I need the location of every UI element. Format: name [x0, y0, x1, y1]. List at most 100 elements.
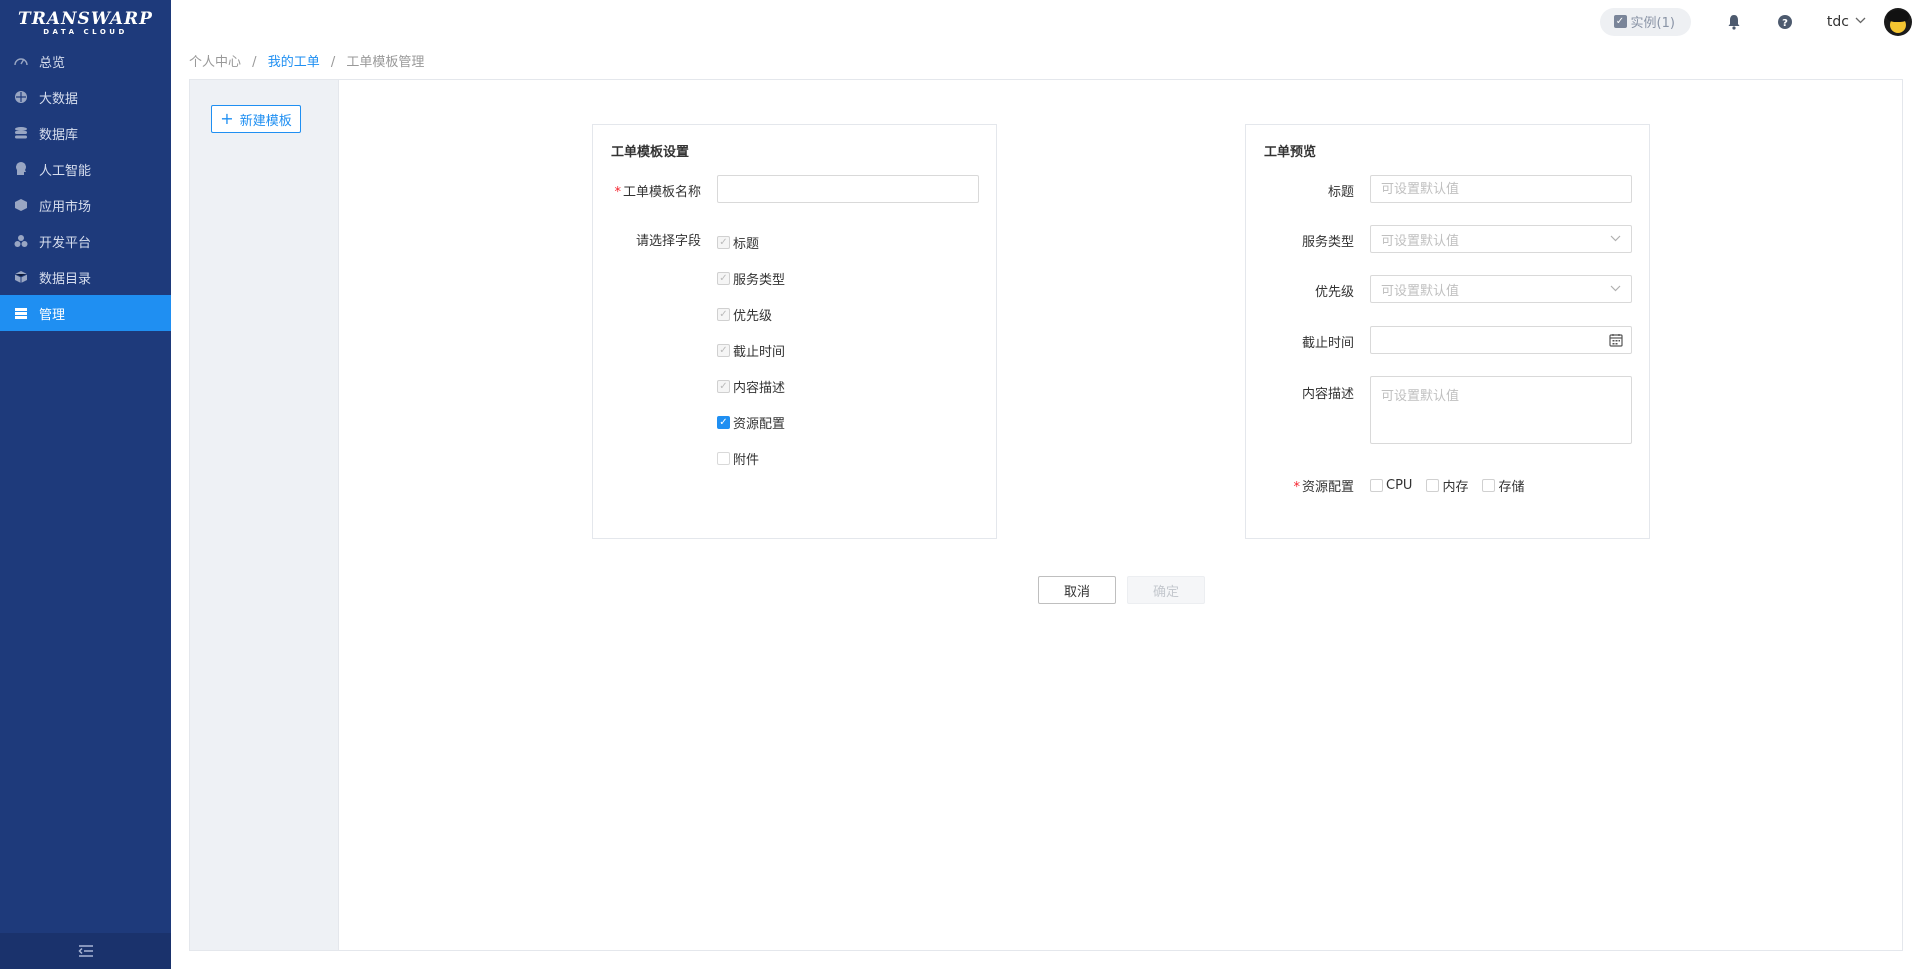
select-placeholder: 可设置默认值 [1381, 283, 1460, 299]
textarea-placeholder: 可设置默认值 [1381, 389, 1460, 404]
preview-title-input[interactable] [1370, 175, 1632, 203]
field-checkbox-service-type[interactable]: ✓ 服务类型 [717, 269, 785, 288]
checkbox-checked: ✓ [717, 416, 730, 429]
sidebar-item-label: 大数据 [39, 91, 79, 107]
chevron-down-icon [1610, 284, 1621, 295]
field-label: 优先级 [733, 309, 773, 324]
field-label: 资源配置 [733, 417, 786, 432]
sidebar-item-app-market[interactable]: 应用市场 [0, 187, 171, 223]
chevron-down-icon [1855, 16, 1866, 27]
resource-options: CPU 内存 存储 [1370, 476, 1538, 495]
bell-icon[interactable] [1725, 13, 1743, 31]
checkbox-unchecked [1426, 479, 1440, 492]
confirm-button[interactable]: 确定 [1127, 576, 1205, 604]
cancel-button[interactable]: 取消 [1038, 576, 1116, 604]
preview-deadline-datepicker[interactable] [1370, 326, 1632, 354]
field-checkbox-description[interactable]: ✓ 内容描述 [717, 377, 785, 396]
sidebar-item-label: 数据目录 [39, 271, 92, 287]
new-template-button[interactable]: + 新建模板 [211, 105, 301, 133]
app-market-icon [14, 198, 28, 212]
template-settings-card: 工单模板设置 * 工单模板名称 请选择字段 ✓ 标题 ✓ 服务类型 ✓ 优先级 ✓… [592, 124, 997, 539]
checkbox-unchecked [1482, 479, 1496, 492]
field-checkbox-attachment[interactable]: 附件 [717, 449, 759, 468]
settings-card-title: 工单模板设置 [611, 145, 690, 160]
template-name-label: * 工单模板名称 [614, 185, 701, 200]
breadcrumb-item-personal-center[interactable]: 个人中心 [189, 55, 241, 70]
chevron-down-icon [1610, 234, 1621, 245]
logo-main-text: TRANSWARP [18, 8, 153, 29]
preview-service-type-select[interactable]: 可设置默认值 [1370, 225, 1632, 253]
instance-check-icon: ✓ [1613, 15, 1627, 28]
brand-logo[interactable]: TRANSWARP DATA CLOUD [0, 0, 171, 43]
checkbox-disabled-checked: ✓ [717, 308, 730, 321]
sidebar-item-overview[interactable]: 总览 [0, 43, 171, 79]
sidebar-item-big-data[interactable]: 大数据 [0, 79, 171, 115]
select-fields-label: 请选择字段 [635, 234, 701, 249]
checkbox-disabled-checked: ✓ [717, 272, 730, 285]
resource-option-cpu[interactable]: CPU [1370, 478, 1412, 493]
sidebar-item-label: 应用市场 [39, 199, 92, 215]
preview-service-type-label: 服务类型 [1301, 235, 1354, 250]
sidebar-item-label: 管理 [39, 307, 66, 323]
svg-text:?: ? [1782, 18, 1788, 29]
field-checkbox-priority[interactable]: ✓ 优先级 [717, 305, 772, 324]
sidebar-item-label: 总览 [39, 55, 66, 71]
resource-option-memory[interactable]: 内存 [1426, 476, 1468, 495]
field-label: 内容描述 [733, 381, 786, 396]
breadcrumb-item-template-manage: 工单模板管理 [346, 55, 425, 70]
field-checkbox-resource-config[interactable]: ✓ 资源配置 [717, 413, 785, 432]
template-name-input[interactable] [717, 175, 979, 203]
collapse-menu-icon [77, 945, 93, 957]
username: tdc [1826, 13, 1849, 30]
calendar-icon [1609, 334, 1623, 347]
instance-button[interactable]: ✓ 实例(1) [1599, 7, 1691, 36]
template-list-panel: + 新建模板 [190, 80, 339, 950]
sidebar: TRANSWARP DATA CLOUD 总览 大数据 数据库 人工智能 应用市… [0, 0, 171, 969]
checkbox-disabled-checked: ✓ [717, 344, 730, 357]
sidebar-item-ai[interactable]: 人工智能 [0, 151, 171, 187]
checkbox-disabled-checked: ✓ [717, 236, 730, 249]
manage-icon [14, 306, 28, 320]
field-label: 服务类型 [733, 273, 786, 288]
sidebar-item-dev-platform[interactable]: 开发平台 [0, 223, 171, 259]
new-template-label: 新建模板 [239, 113, 292, 129]
sidebar-item-label: 人工智能 [39, 163, 92, 179]
breadcrumb: 个人中心 / 我的工单 / 工单模板管理 [189, 55, 425, 70]
sidebar-item-database[interactable]: 数据库 [0, 115, 171, 151]
database-icon [14, 126, 28, 140]
breadcrumb-item-my-tickets[interactable]: 我的工单 [268, 55, 320, 70]
content-frame: + 新建模板 工单模板设置 * 工单模板名称 请选择字段 ✓ 标题 ✓ 服务类型 … [189, 79, 1903, 951]
dashboard-icon [14, 54, 28, 68]
preview-resource-label: * 资源配置 [1293, 480, 1354, 495]
checkbox-disabled-checked: ✓ [717, 380, 730, 393]
field-label: 附件 [733, 453, 760, 468]
field-checkbox-title[interactable]: ✓ 标题 [717, 233, 759, 252]
user-menu[interactable]: tdc [1827, 14, 1866, 30]
preview-priority-label: 优先级 [1314, 285, 1354, 300]
preview-deadline-label: 截止时间 [1301, 336, 1354, 351]
preview-description-label: 内容描述 [1301, 387, 1354, 402]
preview-description-textarea[interactable]: 可设置默认值 [1370, 376, 1632, 444]
resource-option-storage[interactable]: 存储 [1482, 476, 1524, 495]
ai-icon [14, 162, 28, 176]
plus-icon: + [220, 109, 234, 128]
data-catalog-icon [14, 270, 28, 284]
checkbox-unchecked [717, 452, 730, 465]
sidebar-collapse-button[interactable] [0, 933, 171, 969]
sidebar-item-label: 数据库 [39, 127, 79, 143]
avatar[interactable] [1884, 7, 1912, 36]
sidebar-item-data-catalog[interactable]: 数据目录 [0, 259, 171, 295]
instance-label: 实例(1) [1630, 16, 1675, 31]
top-header: ✓ 实例(1) ? tdc [171, 0, 1920, 43]
field-checkbox-deadline[interactable]: ✓ 截止时间 [717, 341, 785, 360]
field-label: 截止时间 [733, 345, 786, 360]
sidebar-nav: 总览 大数据 数据库 人工智能 应用市场 开发平台 数据目录 管理 [0, 43, 171, 331]
preview-priority-select[interactable]: 可设置默认值 [1370, 275, 1632, 303]
select-placeholder: 可设置默认值 [1381, 233, 1460, 249]
big-data-icon [14, 90, 28, 104]
logo-sub-text: DATA CLOUD [43, 27, 128, 36]
sidebar-item-manage[interactable]: 管理 [0, 295, 171, 331]
help-icon[interactable]: ? [1776, 13, 1794, 31]
dev-platform-icon [14, 234, 28, 248]
preview-title-label: 标题 [1327, 185, 1354, 200]
